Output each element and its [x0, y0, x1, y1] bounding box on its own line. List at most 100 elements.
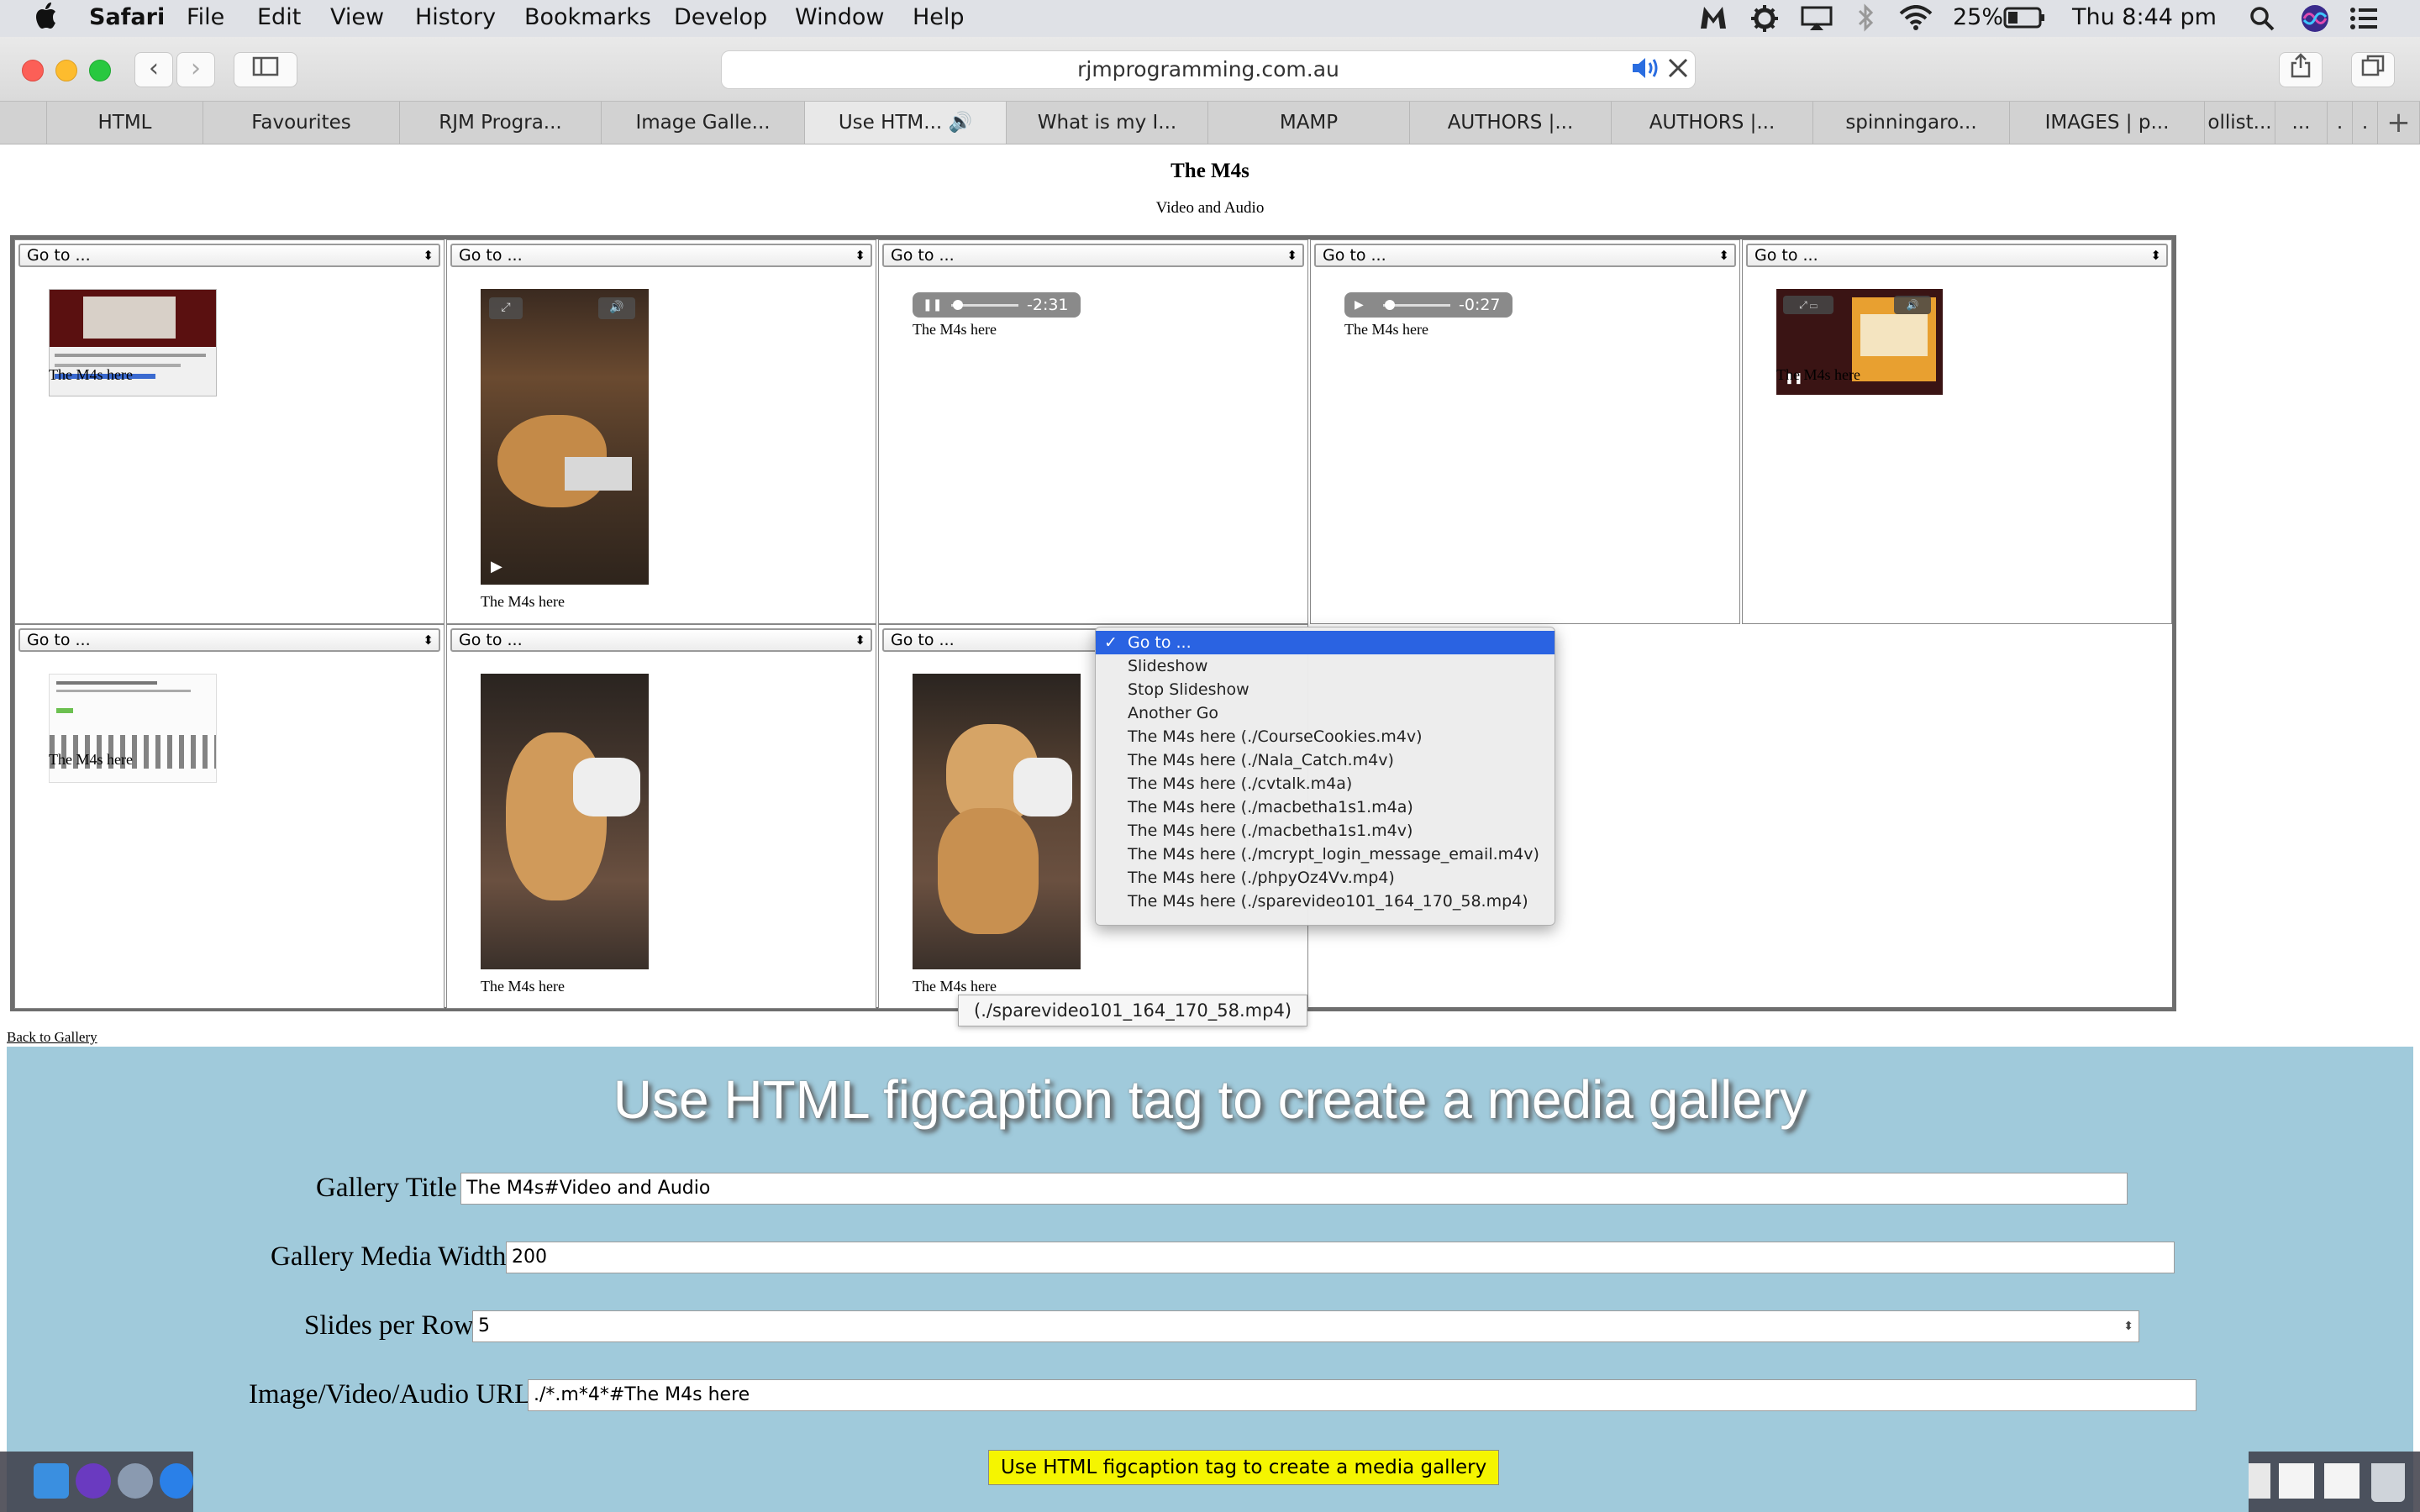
speaker-icon[interactable]: 🔊	[949, 112, 973, 134]
video-player-dog-jumping[interactable]	[481, 674, 649, 969]
video-player-dog[interactable]: ⤢ 🔊 ▶	[481, 289, 649, 585]
share-button[interactable]	[2279, 52, 2323, 87]
launchpad-icon[interactable]	[118, 1463, 153, 1499]
safari-dock-icon[interactable]	[160, 1463, 193, 1499]
play-icon[interactable]: ▶	[491, 558, 502, 575]
sidebar-toggle-button[interactable]	[234, 52, 297, 87]
malwarebytes-icon[interactable]	[1697, 3, 1729, 38]
tab-authors-2[interactable]: AUTHORS |...	[1612, 102, 1813, 144]
tab-favourites[interactable]: Favourites	[203, 102, 400, 144]
new-tab-button[interactable]: +	[2378, 102, 2420, 144]
minimize-window-button[interactable]	[55, 60, 77, 81]
gallery-title-input[interactable]: The M4s#Video and Audio	[460, 1173, 2128, 1205]
tab-ollist[interactable]: ollist...	[2205, 102, 2275, 144]
goto-select[interactable]: Go to ... ⬍	[450, 628, 872, 652]
fullscreen-icon[interactable]: ⤢	[489, 297, 523, 319]
volume-icon[interactable]: 🔊	[598, 297, 635, 319]
goto-select[interactable]: Go to ... ⬍	[1746, 244, 2168, 267]
close-window-button[interactable]	[22, 60, 44, 81]
dock-document-icon[interactable]	[2279, 1463, 2314, 1499]
apple-icon[interactable]	[34, 2, 57, 37]
menu-help[interactable]: Help	[913, 4, 965, 30]
bluetooth-icon[interactable]	[1857, 3, 1876, 38]
dock-document-icon[interactable]	[2324, 1463, 2360, 1499]
slides-per-row-stepper[interactable]: 5 ⬍	[472, 1310, 2139, 1342]
create-gallery-button[interactable]: Use HTML figcaption tag to create a medi…	[988, 1450, 1500, 1485]
tab-images[interactable]: IMAGES | p...	[2010, 102, 2205, 144]
finder-icon[interactable]	[34, 1463, 69, 1499]
notification-center-icon[interactable]	[2349, 7, 2378, 36]
tab-more[interactable]: ...	[2275, 102, 2328, 144]
menu-view[interactable]: View	[330, 4, 384, 30]
audio-playing-icon[interactable]	[1630, 55, 1660, 85]
spotlight-search-icon[interactable]	[2249, 5, 2275, 38]
scrubber-knob[interactable]	[953, 300, 963, 310]
fullscreen-icon[interactable]: ⤢ ▭	[1783, 296, 1833, 314]
menu-edit[interactable]: Edit	[257, 4, 301, 30]
dropdown-option[interactable]: The M4s here (./phpyOz4Vv.mp4)	[1096, 866, 1555, 890]
menu-bookmarks[interactable]: Bookmarks	[524, 4, 651, 30]
scrubber-knob[interactable]	[1385, 300, 1395, 310]
goto-select[interactable]: Go to ... ⬍	[1314, 244, 1736, 267]
tab-use-html-active[interactable]: Use HTM... 🔊	[805, 102, 1007, 144]
stepper-arrows-icon[interactable]: ⬍	[2123, 1311, 2133, 1341]
stop-loading-icon[interactable]	[1667, 57, 1689, 83]
tab-authors-1[interactable]: AUTHORS |...	[1410, 102, 1612, 144]
goto-select[interactable]: Go to ... ⬍	[450, 244, 872, 267]
menu-file[interactable]: File	[187, 4, 224, 30]
back-to-gallery-link[interactable]: Back to Gallery	[7, 1029, 97, 1046]
menu-develop[interactable]: Develop	[674, 4, 767, 30]
dock-document-icon[interactable]	[2249, 1463, 2270, 1499]
tab-overflow-2[interactable]: .	[2353, 102, 2378, 144]
video-player-dog-sitting[interactable]	[913, 674, 1081, 969]
pinned-tab[interactable]	[0, 102, 47, 144]
siri-dock-icon[interactable]	[76, 1463, 111, 1499]
goto-select[interactable]: Go to ... ⬍	[882, 244, 1304, 267]
dropdown-option[interactable]: The M4s here (./macbetha1s1.m4v)	[1096, 819, 1555, 843]
clock[interactable]: Thu 8:44 pm	[2072, 4, 2217, 30]
dropdown-option[interactable]: The M4s here (./cvtalk.m4a)	[1096, 772, 1555, 795]
tab-rjm-programming[interactable]: RJM Progra...	[400, 102, 602, 144]
tab-overflow[interactable]: .	[2328, 102, 2353, 144]
play-icon[interactable]: ▶	[1355, 292, 1364, 318]
tab-spinningaround[interactable]: spinningaro...	[1813, 102, 2010, 144]
pause-icon[interactable]: ❚❚	[923, 292, 942, 318]
dropdown-option[interactable]: The M4s here (./macbetha1s1.m4a)	[1096, 795, 1555, 819]
goto-select-dropdown[interactable]: ✓ Go to ... Slideshow Stop Slideshow Anot…	[1095, 627, 1555, 926]
menu-window[interactable]: Window	[795, 4, 884, 30]
figcaption: The M4s here	[49, 751, 133, 768]
airplay-icon[interactable]	[1800, 5, 1833, 38]
dropdown-option[interactable]: Another Go	[1096, 701, 1555, 725]
battery-icon[interactable]	[2003, 7, 2045, 34]
dropdown-option[interactable]: Slideshow	[1096, 654, 1555, 678]
trash-icon[interactable]	[2371, 1463, 2405, 1502]
address-bar[interactable]: rjmprogramming.com.au	[721, 50, 1696, 89]
tab-what-is-my-ip[interactable]: What is my I...	[1007, 102, 1208, 144]
dropdown-option[interactable]: The M4s here (./sparevideo101_164_170_58…	[1096, 890, 1555, 913]
settings-gear-icon[interactable]	[1749, 3, 1780, 39]
tab-mamp[interactable]: MAMP	[1208, 102, 1410, 144]
goto-select[interactable]: Go to ... ⬍	[18, 628, 440, 652]
audio-player[interactable]: ❚❚ -2:31	[913, 292, 1081, 318]
forward-button[interactable]: ›	[176, 52, 215, 87]
dropdown-option[interactable]: Stop Slideshow	[1096, 678, 1555, 701]
dropdown-option[interactable]: The M4s here (./CourseCookies.m4v)	[1096, 725, 1555, 748]
menu-history[interactable]: History	[415, 4, 496, 30]
tab-image-gallery[interactable]: Image Galle...	[602, 102, 805, 144]
zoom-window-button[interactable]	[89, 60, 111, 81]
back-button[interactable]: ‹	[134, 52, 173, 87]
app-name[interactable]: Safari	[89, 4, 165, 30]
wifi-icon[interactable]	[1899, 5, 1933, 36]
dropdown-option[interactable]: The M4s here (./Nala_Catch.m4v)	[1096, 748, 1555, 772]
gallery-media-width-input[interactable]: 200	[506, 1242, 2175, 1273]
volume-icon[interactable]: 🔊	[1894, 296, 1931, 314]
media-url-input[interactable]: ./*.m*4*#The M4s here	[528, 1379, 2196, 1411]
tab-html[interactable]: HTML	[47, 102, 203, 144]
siri-icon[interactable]	[2301, 4, 2329, 39]
dropdown-option[interactable]: The M4s here (./mcrypt_login_message_ema…	[1096, 843, 1555, 866]
dropdown-option[interactable]: ✓ Go to ...	[1096, 631, 1555, 654]
goto-select[interactable]: Go to ... ⬍	[18, 244, 440, 267]
tab-overview-button[interactable]	[2351, 52, 2395, 87]
audio-player[interactable]: ▶ -0:27	[1344, 292, 1512, 318]
select-label: Go to ...	[1323, 246, 1386, 265]
